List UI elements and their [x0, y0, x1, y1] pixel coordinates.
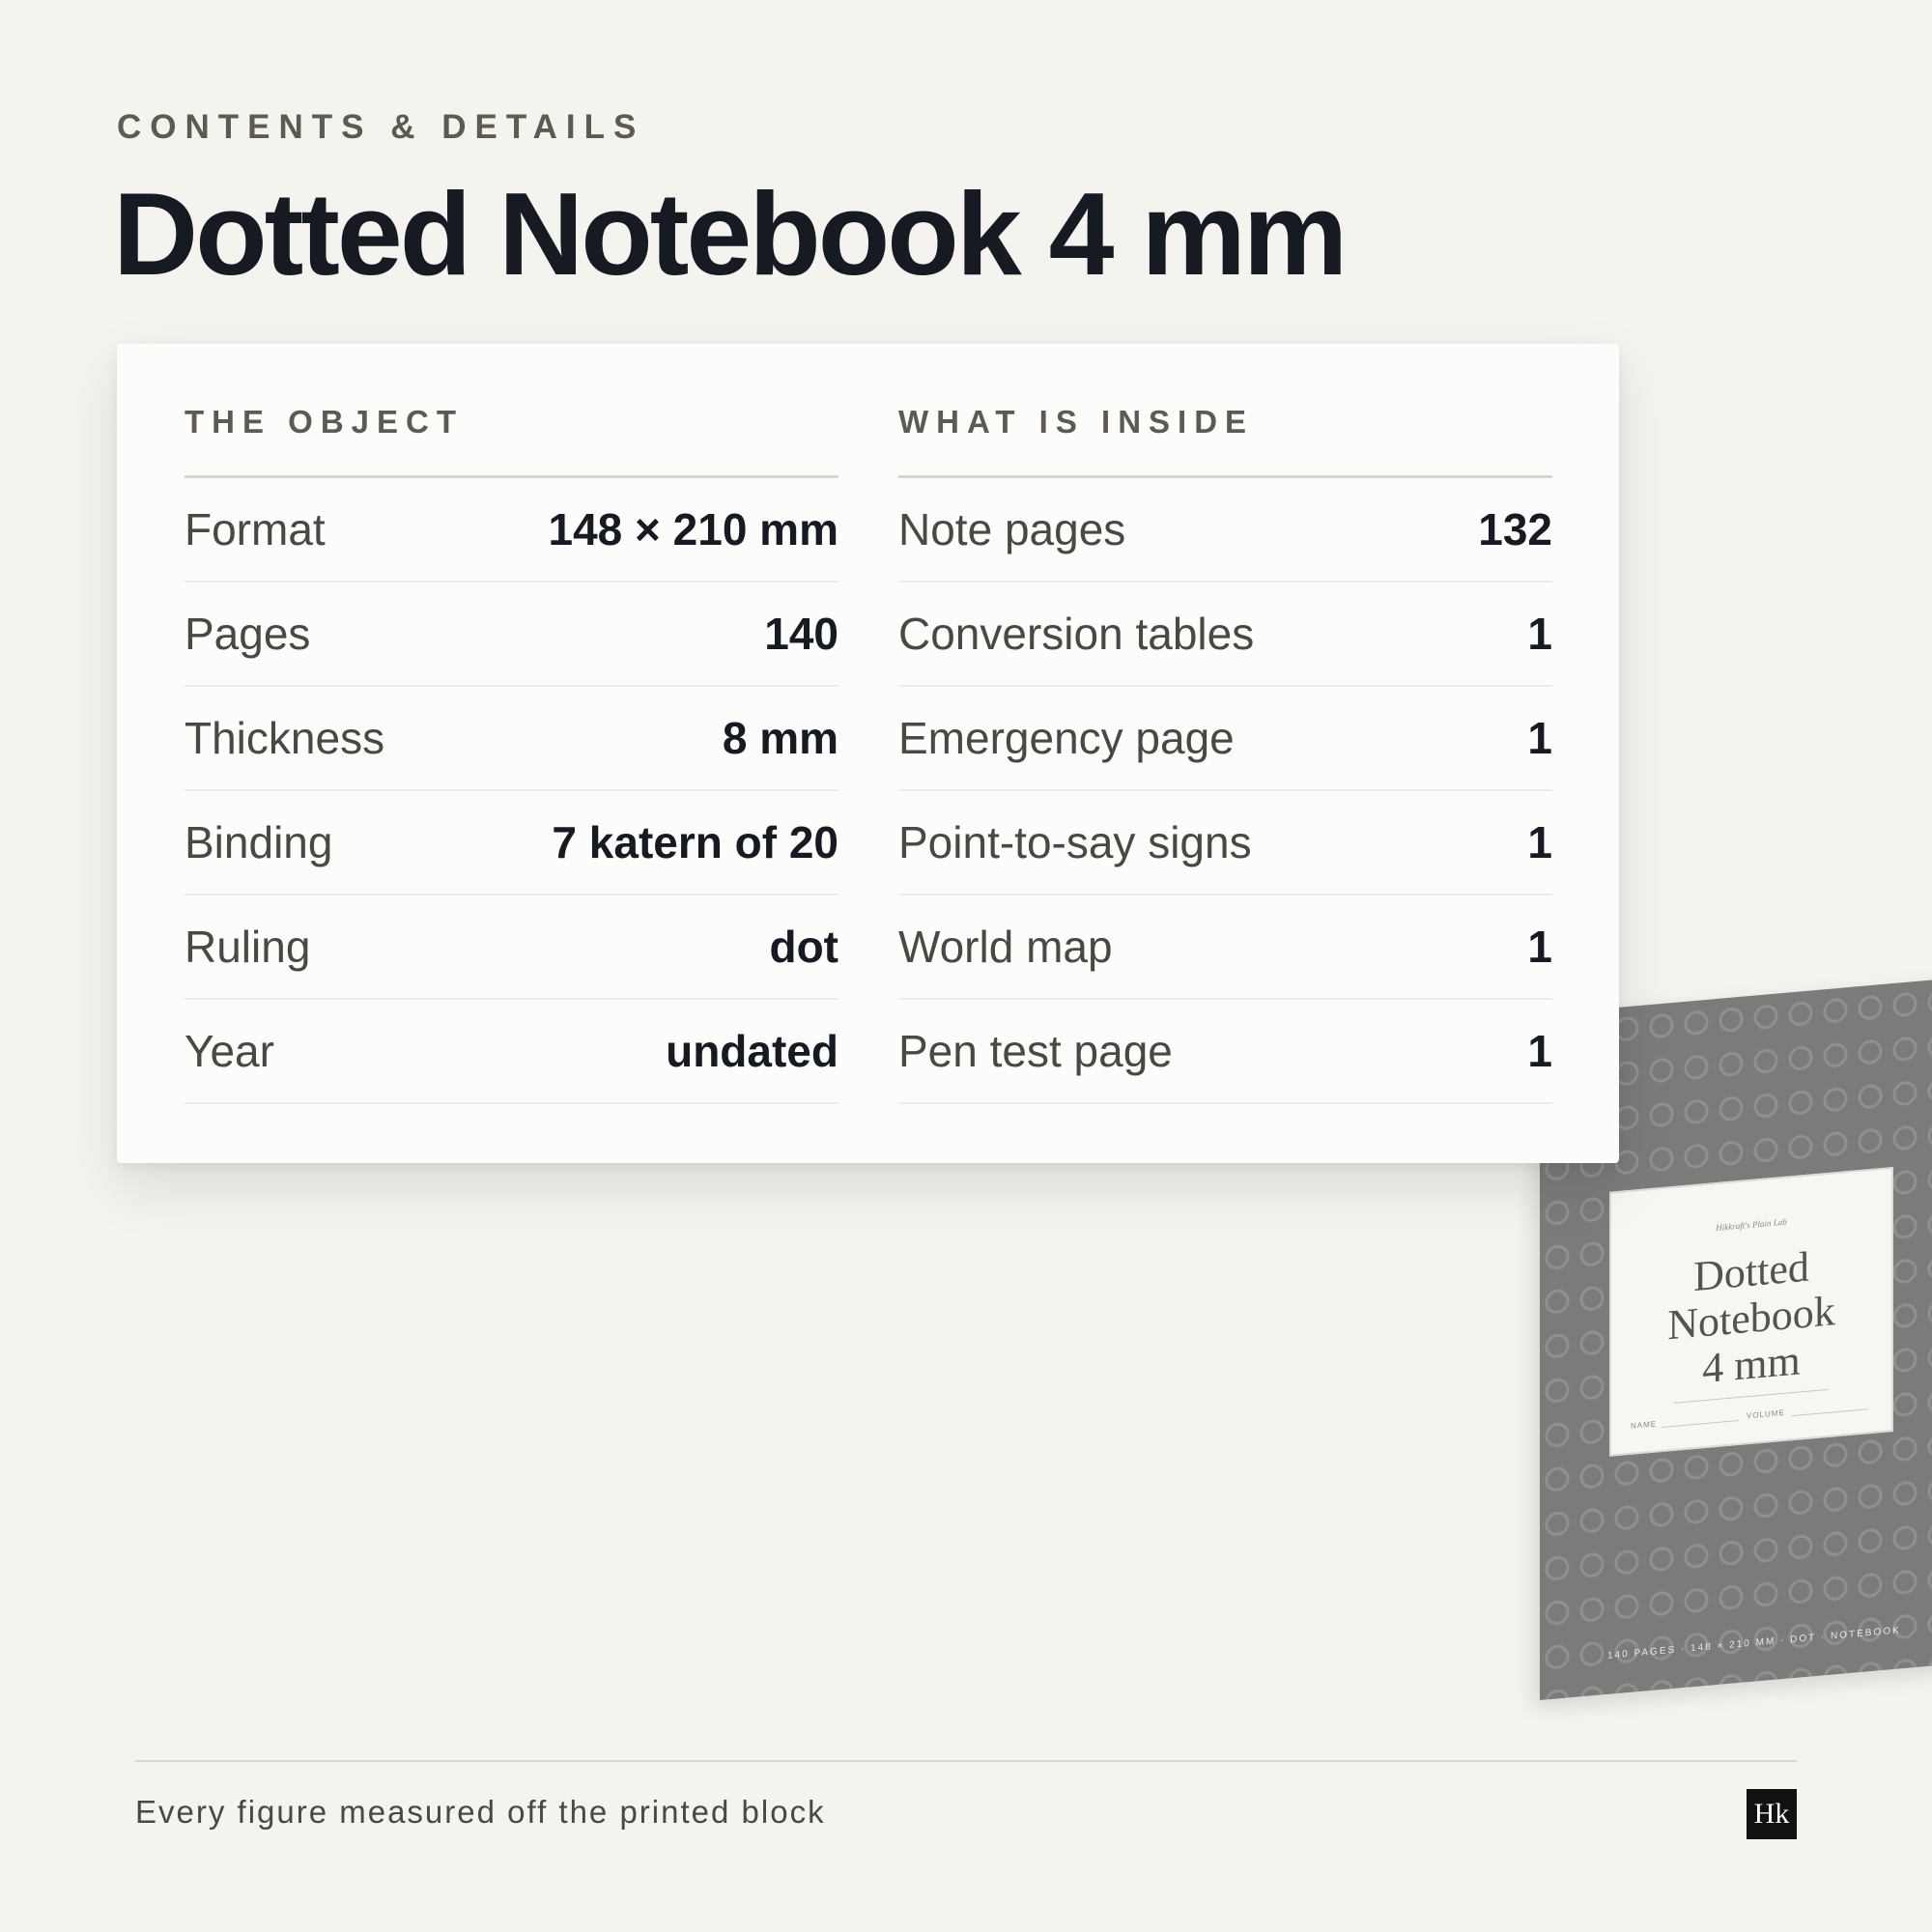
eyebrow-label: CONTENTS & DETAILS	[117, 108, 645, 146]
details-card: THE OBJECT Format 148 × 210 mm Pages 140…	[117, 344, 1619, 1163]
row-label: Emergency page	[898, 713, 1235, 763]
cover-name-label: NAME	[1631, 1419, 1658, 1431]
row-label: Year	[185, 1026, 274, 1076]
row-value: 1	[1527, 1026, 1552, 1076]
cover-name-line	[1662, 1419, 1739, 1428]
row-value: dot	[769, 922, 838, 972]
detail-row: Thickness 8 mm	[185, 687, 838, 791]
footer-divider	[135, 1760, 1797, 1762]
row-value: 1	[1527, 713, 1552, 763]
row-label: Format	[185, 504, 326, 554]
inside-heading: WHAT IS INSIDE	[898, 404, 1255, 440]
detail-row: Point-to-say signs 1	[898, 791, 1552, 895]
detail-row: Binding 7 katern of 20	[185, 791, 838, 895]
brand-logo: Hk	[1747, 1789, 1797, 1839]
row-label: Thickness	[185, 713, 385, 763]
cover-volume-label: VOLUME	[1747, 1407, 1785, 1421]
detail-row: Emergency page 1	[898, 687, 1552, 791]
row-label: Note pages	[898, 504, 1126, 554]
detail-row: Ruling dot	[185, 895, 838, 1000]
cover-label-kicker: Hikkraft's Plain Lab	[1716, 1216, 1787, 1234]
detail-row: Pen test page 1	[898, 1000, 1552, 1104]
row-value: 1	[1527, 609, 1552, 659]
detail-row: Year undated	[185, 1000, 838, 1104]
footer-caption: Every figure measured off the printed bl…	[135, 1794, 826, 1830]
cover-label: Hikkraft's Plain Lab Dotted Notebook 4 m…	[1609, 1166, 1893, 1457]
row-value: undated	[666, 1026, 838, 1076]
row-label: World map	[898, 922, 1113, 972]
row-value: 8 mm	[722, 713, 838, 763]
detail-row: Note pages 132	[898, 478, 1552, 582]
detail-row: Conversion tables 1	[898, 582, 1552, 687]
detail-row: World map 1	[898, 895, 1552, 1000]
object-heading: THE OBJECT	[185, 404, 465, 440]
page-title: Dotted Notebook 4 mm	[113, 168, 1348, 299]
row-value: 1	[1527, 922, 1552, 972]
row-label: Pen test page	[898, 1026, 1173, 1076]
cover-label-rule	[1674, 1388, 1829, 1404]
inside-column: WHAT IS INSIDE Note pages 132 Conversion…	[898, 404, 1552, 1104]
row-label: Conversion tables	[898, 609, 1255, 659]
row-value: 1	[1527, 817, 1552, 867]
row-value: 132	[1478, 504, 1552, 554]
row-label: Pages	[185, 609, 311, 659]
row-value: 148 × 210 mm	[548, 504, 838, 554]
cover-volume-line	[1791, 1408, 1868, 1417]
row-label: Binding	[185, 817, 333, 867]
object-column: THE OBJECT Format 148 × 210 mm Pages 140…	[185, 404, 838, 1104]
row-value: 7 katern of 20	[552, 817, 838, 867]
row-label: Ruling	[185, 922, 311, 972]
row-label: Point-to-say signs	[898, 817, 1252, 867]
detail-row: Format 148 × 210 mm	[185, 478, 838, 582]
row-value: 140	[764, 609, 838, 659]
detail-row: Pages 140	[185, 582, 838, 687]
